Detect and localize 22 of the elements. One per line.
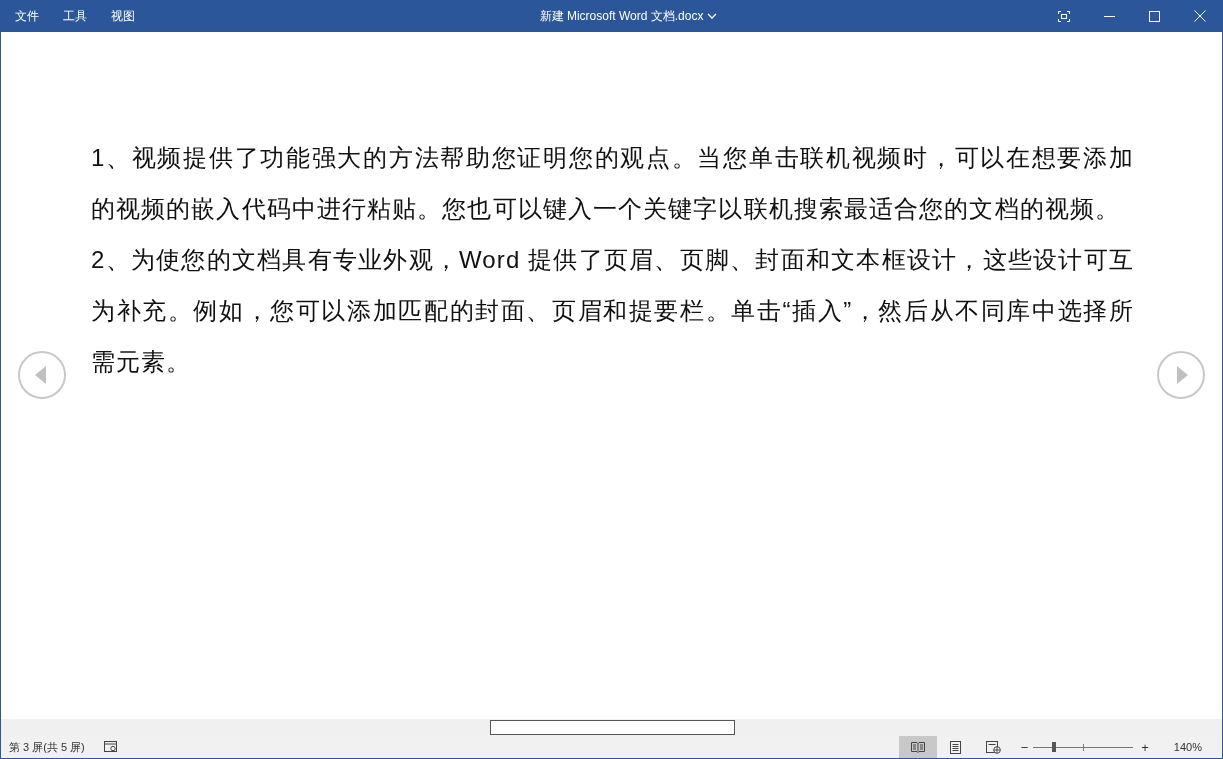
zoom-level[interactable]: 140%: [1173, 741, 1202, 753]
zoom-out-button[interactable]: −: [1020, 739, 1029, 755]
macro-icon[interactable]: [103, 741, 118, 753]
page-icon: [950, 740, 962, 754]
menu-item[interactable]: 文件: [6, 1, 54, 31]
minimize-icon[interactable]: [1104, 15, 1115, 17]
zoom-slider-thumb[interactable]: [1052, 741, 1057, 752]
menu-item[interactable]: 工具: [54, 1, 102, 31]
menu-item[interactable]: 视图: [102, 1, 150, 31]
view-button[interactable]: [898, 736, 937, 758]
paragraph: 2、为使您的文档具有专业外观，Word 提供了页眉、页脚、封面和文本框设计，这些设计可互为补充。例如，您可以添加匹配的封面、页眉和提要栏。单击“插入”，然后从不同库中选择所需元素。: [91, 245, 1134, 377]
window-title: 新建 Microsoft Word 文档.docx: [539, 7, 704, 25]
chevron-down-icon[interactable]: [707, 13, 718, 19]
book-icon: [910, 741, 925, 753]
page-indicator: 第 3 屏(共 5 屏): [8, 739, 85, 755]
scrollbar-thumb[interactable]: [490, 720, 735, 735]
focus-mode-icon[interactable]: [1058, 10, 1070, 22]
paragraph: 1、视频提供了功能强大的方法帮助您证明您的观点。当您单击联机视频时，可以在想要添加的视频的嵌入代码中进行粘贴。您也可以键入一个关键字以联机搜索最适合您的文档的视频。: [91, 143, 1134, 224]
zoom-in-button[interactable]: +: [1141, 739, 1149, 755]
maximize-icon[interactable]: [1149, 10, 1160, 22]
close-icon[interactable]: [1194, 10, 1206, 22]
web-layout-icon: [986, 740, 1002, 754]
